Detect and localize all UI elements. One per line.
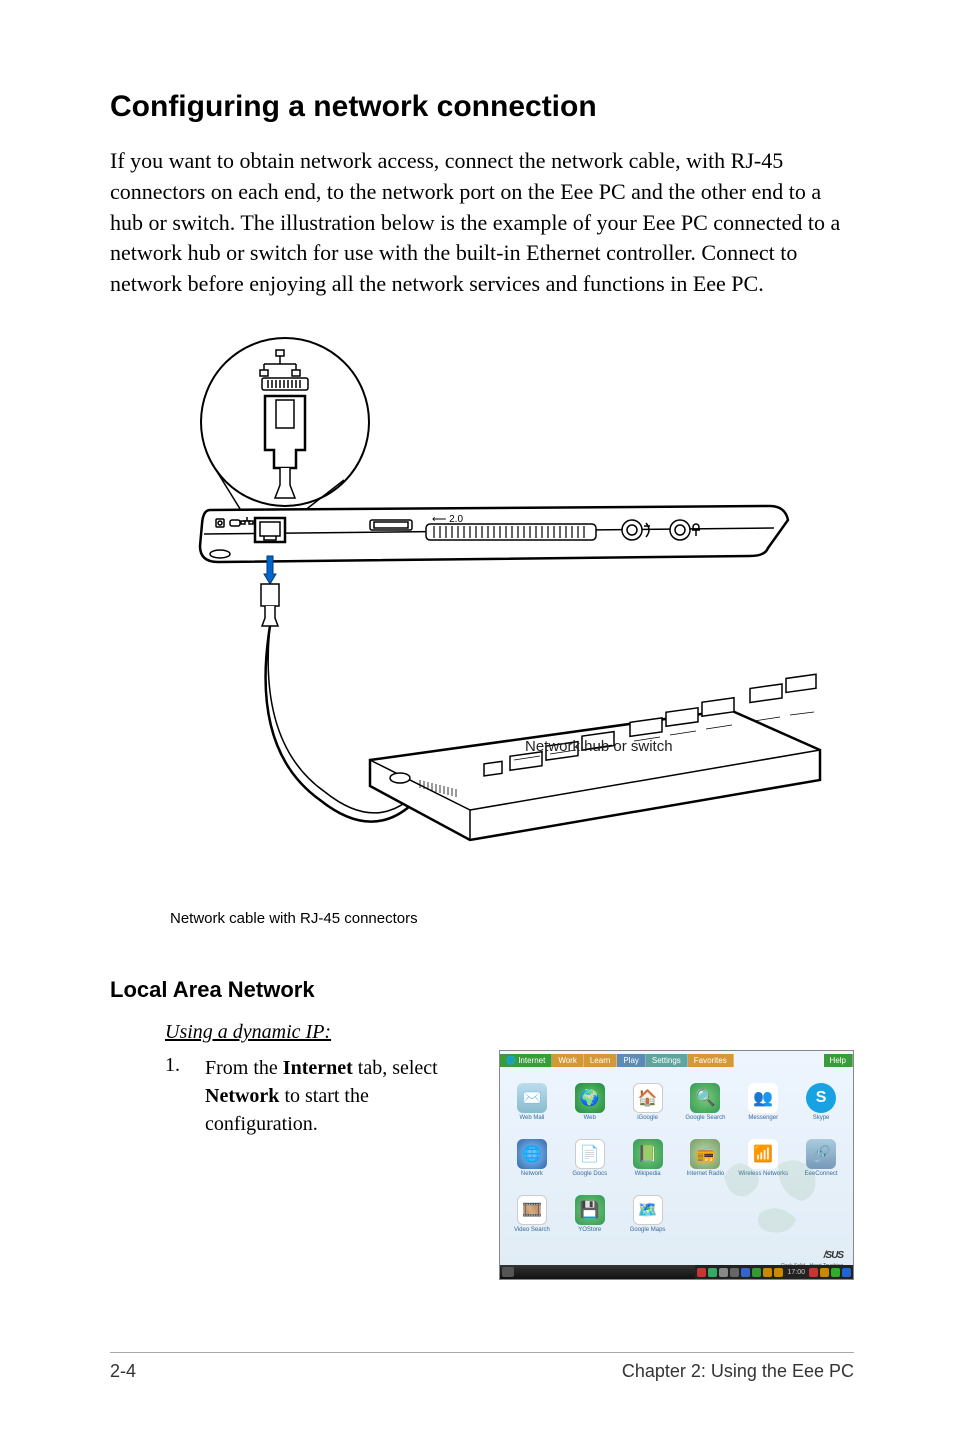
icon-gdocs-label: Google Docs — [572, 1171, 607, 1178]
tray-icon — [820, 1268, 829, 1277]
tray-icon — [842, 1268, 851, 1277]
tray-icon — [730, 1268, 739, 1277]
page-footer: 2-4 Chapter 2: Using the Eee PC — [110, 1352, 854, 1382]
tab-play: Play — [617, 1054, 646, 1067]
icon-video-search: 🎞️Video Search — [504, 1187, 560, 1241]
icon-google-maps: 🗺️Google Maps — [620, 1187, 676, 1241]
icon-igoogle: 🏠iGoogle — [620, 1075, 676, 1129]
tab-favorites: Favorites — [688, 1054, 734, 1067]
icon-gsearch-label: Google Search — [685, 1115, 725, 1122]
world-map-watermark — [697, 1129, 847, 1249]
tray-time: 17:00 — [785, 1269, 807, 1276]
icon-skype-label: Skype — [813, 1115, 830, 1122]
tray-icon — [741, 1268, 750, 1277]
icon-google-docs: 📄Google Docs — [562, 1131, 618, 1185]
tab-settings: Settings — [646, 1054, 688, 1067]
icon-vsearch-label: Video Search — [514, 1227, 550, 1234]
tray-icon — [831, 1268, 840, 1277]
cable-caption: Network cable with RJ-45 connectors — [170, 910, 854, 927]
step-text-bold-network: Network — [205, 1085, 279, 1107]
icon-wikipedia-label: Wikipedia — [635, 1171, 661, 1178]
icon-webmail: ✉️Web Mail — [504, 1075, 560, 1129]
screenshot-taskbar: 17:00 — [500, 1265, 853, 1279]
icon-webmail-label: Web Mail — [519, 1115, 544, 1122]
asus-logo: /SUS — [824, 1250, 843, 1261]
icon-gmaps-label: Google Maps — [630, 1227, 666, 1234]
tab-internet-label: Internet — [518, 1056, 545, 1065]
tray-icon — [719, 1268, 728, 1277]
tab-work: Work — [552, 1054, 584, 1067]
icon-google-search: 🔍Google Search — [677, 1075, 733, 1129]
step-text-bold-internet: Internet — [283, 1057, 353, 1079]
chapter-title: Chapter 2: Using the Eee PC — [622, 1361, 854, 1382]
step-text-pre: From the — [205, 1057, 283, 1079]
icon-skype: SSkype — [793, 1075, 849, 1129]
page-heading: Configuring a network connection — [110, 90, 854, 124]
system-tray: 17:00 — [695, 1265, 853, 1279]
tray-icon — [752, 1268, 761, 1277]
tray-icon — [697, 1268, 706, 1277]
screenshot-tabs: 🌐 Internet Work Learn Play Settings Favo… — [500, 1051, 853, 1069]
tray-icon — [809, 1268, 818, 1277]
icon-igoogle-label: iGoogle — [637, 1115, 658, 1122]
icon-messenger-label: Messenger — [748, 1115, 778, 1122]
icon-network: 🌐Network — [504, 1131, 560, 1185]
intro-paragraph: If you want to obtain network access, co… — [110, 146, 854, 300]
connection-diagram: ⟵ 2.0 — [170, 330, 860, 890]
icon-web: 🌍Web — [562, 1075, 618, 1129]
tray-icon — [774, 1268, 783, 1277]
step-text-mid: tab, select — [353, 1057, 438, 1079]
step-text: From the Internet tab, select Network to… — [205, 1054, 455, 1138]
tab-help: Help — [824, 1054, 853, 1067]
dynamic-ip-heading: Using a dynamic IP: — [165, 1021, 854, 1044]
desktop-screenshot: 🌐 Internet Work Learn Play Settings Favo… — [499, 1050, 854, 1280]
icon-messenger: 👥Messenger — [735, 1075, 791, 1129]
icon-wikipedia: 📗Wikipedia — [620, 1131, 676, 1185]
icon-network-label: Network — [521, 1171, 543, 1178]
tab-internet: 🌐 Internet — [500, 1054, 552, 1067]
icon-yostore: 💾YOStore — [562, 1187, 618, 1241]
start-icon — [502, 1267, 514, 1277]
icon-yostore-label: YOStore — [578, 1227, 601, 1234]
lan-heading: Local Area Network — [110, 977, 854, 1003]
icon-web-label: Web — [584, 1115, 596, 1122]
tab-learn: Learn — [584, 1054, 617, 1067]
hub-label: Network hub or switch — [525, 738, 673, 755]
tray-icon — [763, 1268, 772, 1277]
page-number: 2-4 — [110, 1361, 136, 1382]
step-number: 1. — [165, 1054, 205, 1138]
tray-icon — [708, 1268, 717, 1277]
